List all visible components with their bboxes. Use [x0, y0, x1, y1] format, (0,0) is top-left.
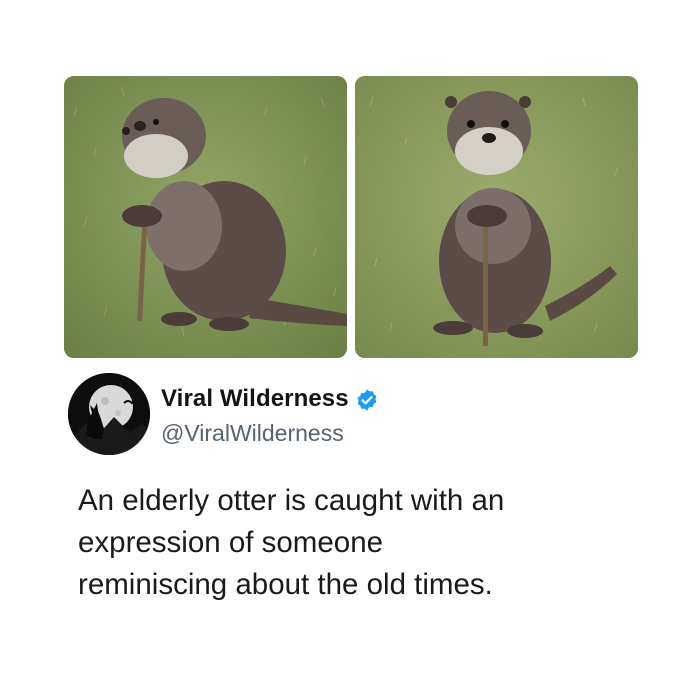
author-display-name[interactable]: Viral Wilderness — [161, 385, 349, 413]
post-text-line: expression of someone — [78, 526, 384, 559]
post-image-otter-front[interactable] — [355, 76, 638, 358]
verified-badge-icon — [357, 389, 377, 411]
post-text-line: reminiscing about the old times. — [78, 568, 493, 601]
otter-front-illustration — [355, 76, 638, 358]
post-image-otter-side[interactable] — [64, 76, 347, 358]
post-text: An elderly otter is caught with an expre… — [78, 480, 638, 606]
howling-wolf-moon-icon[interactable] — [68, 373, 150, 455]
author-handle[interactable]: @ViralWilderness — [161, 420, 344, 447]
author-name-row: Viral Wilderness — [161, 385, 379, 413]
post-text-line: An elderly otter is caught with an — [78, 484, 505, 517]
otter-side-illustration — [64, 76, 347, 358]
post-author: Viral Wilderness @ViralWilderness — [68, 373, 638, 457]
avatar-image — [68, 373, 150, 455]
